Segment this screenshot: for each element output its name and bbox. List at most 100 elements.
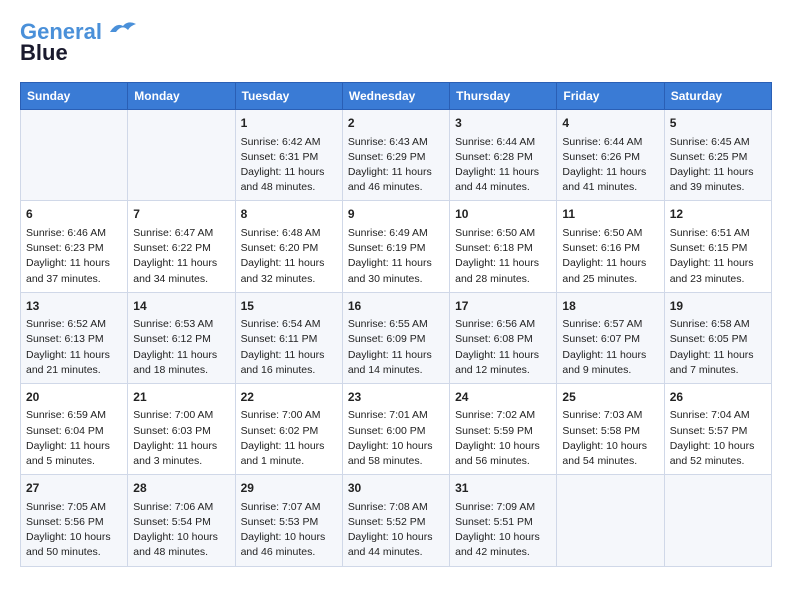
day-number: 2 — [348, 115, 444, 132]
logo: General Blue — [20, 20, 138, 66]
page-header: General Blue — [20, 20, 772, 66]
day-info: Sunrise: 6:54 AM Sunset: 6:11 PM Dayligh… — [241, 317, 337, 378]
calendar-cell: 2Sunrise: 6:43 AM Sunset: 6:29 PM Daylig… — [342, 110, 449, 201]
day-number: 9 — [348, 206, 444, 223]
weekday-header-friday: Friday — [557, 83, 664, 110]
day-number: 19 — [670, 298, 766, 315]
day-info: Sunrise: 7:00 AM Sunset: 6:03 PM Dayligh… — [133, 408, 229, 469]
day-info: Sunrise: 7:08 AM Sunset: 5:52 PM Dayligh… — [348, 500, 444, 561]
calendar-cell: 7 Sunrise: 6:47 AM Sunset: 6:22 PM Daylig… — [128, 201, 235, 292]
day-number: 25 — [562, 389, 658, 406]
calendar-cell: 17 Sunrise: 6:56 AM Sunset: 6:08 PM Dayli… — [450, 292, 557, 383]
day-number: 13 — [26, 298, 122, 315]
calendar-cell: 26 Sunrise: 7:04 AM Sunset: 5:57 PM Dayli… — [664, 383, 771, 474]
day-info: Sunrise: 7:03 AM Sunset: 5:58 PM Dayligh… — [562, 408, 658, 469]
calendar-week-5: 27 Sunrise: 7:05 AM Sunset: 5:56 PM Dayli… — [21, 475, 772, 566]
day-info: Sunrise: 6:53 AM Sunset: 6:12 PM Dayligh… — [133, 317, 229, 378]
day-number: 8 — [241, 206, 337, 223]
calendar-week-2: 6 Sunrise: 6:46 AM Sunset: 6:23 PM Daylig… — [21, 201, 772, 292]
day-number: 6 — [26, 206, 122, 223]
calendar-week-3: 13 Sunrise: 6:52 AM Sunset: 6:13 PM Dayli… — [21, 292, 772, 383]
weekday-header-wednesday: Wednesday — [342, 83, 449, 110]
day-info: Sunrise: 6:45 AM Sunset: 6:25 PM Dayligh… — [670, 135, 766, 196]
day-info: Sunrise: 6:44 AM Sunset: 6:28 PM Dayligh… — [455, 135, 551, 196]
day-info: Sunrise: 6:42 AM Sunset: 6:31 PM Dayligh… — [241, 135, 337, 196]
calendar-cell: 1 Sunrise: 6:42 AM Sunset: 6:31 PM Daylig… — [235, 110, 342, 201]
calendar-cell: 20 Sunrise: 6:59 AM Sunset: 6:04 PM Dayli… — [21, 383, 128, 474]
calendar-cell: 16 Sunrise: 6:55 AM Sunset: 6:09 PM Dayli… — [342, 292, 449, 383]
day-info: Sunrise: 7:04 AM Sunset: 5:57 PM Dayligh… — [670, 408, 766, 469]
day-info: Sunrise: 7:09 AM Sunset: 5:51 PM Dayligh… — [455, 500, 551, 561]
calendar-cell: 31 Sunrise: 7:09 AM Sunset: 5:51 PM Dayli… — [450, 475, 557, 566]
day-number: 10 — [455, 206, 551, 223]
calendar-cell — [557, 475, 664, 566]
calendar-cell: 19 Sunrise: 6:58 AM Sunset: 6:05 PM Dayli… — [664, 292, 771, 383]
calendar-cell: 23Sunrise: 7:01 AM Sunset: 6:00 PM Dayli… — [342, 383, 449, 474]
day-number: 30 — [348, 480, 444, 497]
day-info: Sunrise: 7:00 AM Sunset: 6:02 PM Dayligh… — [241, 408, 337, 469]
calendar-body: 1 Sunrise: 6:42 AM Sunset: 6:31 PM Daylig… — [21, 110, 772, 566]
calendar-cell: 8 Sunrise: 6:48 AM Sunset: 6:20 PM Daylig… — [235, 201, 342, 292]
day-info: Sunrise: 6:52 AM Sunset: 6:13 PM Dayligh… — [26, 317, 122, 378]
calendar-cell: 12 Sunrise: 6:51 AM Sunset: 6:15 PM Dayli… — [664, 201, 771, 292]
day-info: Sunrise: 6:55 AM Sunset: 6:09 PM Dayligh… — [348, 317, 444, 378]
weekday-header-sunday: Sunday — [21, 83, 128, 110]
calendar-cell: 5 Sunrise: 6:45 AM Sunset: 6:25 PM Daylig… — [664, 110, 771, 201]
day-info: Sunrise: 6:50 AM Sunset: 6:16 PM Dayligh… — [562, 226, 658, 287]
day-number: 15 — [241, 298, 337, 315]
day-info: Sunrise: 6:59 AM Sunset: 6:04 PM Dayligh… — [26, 408, 122, 469]
logo-bird-icon — [108, 18, 138, 40]
calendar-cell: 3Sunrise: 6:44 AM Sunset: 6:28 PM Daylig… — [450, 110, 557, 201]
day-info: Sunrise: 6:46 AM Sunset: 6:23 PM Dayligh… — [26, 226, 122, 287]
day-number: 24 — [455, 389, 551, 406]
calendar-cell: 21 Sunrise: 7:00 AM Sunset: 6:03 PM Dayli… — [128, 383, 235, 474]
day-number: 16 — [348, 298, 444, 315]
day-number: 1 — [241, 115, 337, 132]
calendar-cell: 15 Sunrise: 6:54 AM Sunset: 6:11 PM Dayli… — [235, 292, 342, 383]
day-number: 29 — [241, 480, 337, 497]
day-info: Sunrise: 6:48 AM Sunset: 6:20 PM Dayligh… — [241, 226, 337, 287]
calendar-week-4: 20 Sunrise: 6:59 AM Sunset: 6:04 PM Dayli… — [21, 383, 772, 474]
day-number: 18 — [562, 298, 658, 315]
calendar-cell: 9 Sunrise: 6:49 AM Sunset: 6:19 PM Daylig… — [342, 201, 449, 292]
weekday-header-monday: Monday — [128, 83, 235, 110]
calendar-week-1: 1 Sunrise: 6:42 AM Sunset: 6:31 PM Daylig… — [21, 110, 772, 201]
day-number: 31 — [455, 480, 551, 497]
day-info: Sunrise: 6:47 AM Sunset: 6:22 PM Dayligh… — [133, 226, 229, 287]
day-info: Sunrise: 6:56 AM Sunset: 6:08 PM Dayligh… — [455, 317, 551, 378]
calendar-cell: 30 Sunrise: 7:08 AM Sunset: 5:52 PM Dayli… — [342, 475, 449, 566]
calendar-table: SundayMondayTuesdayWednesdayThursdayFrid… — [20, 82, 772, 566]
calendar-cell — [21, 110, 128, 201]
day-info: Sunrise: 6:44 AM Sunset: 6:26 PM Dayligh… — [562, 135, 658, 196]
calendar-cell: 27 Sunrise: 7:05 AM Sunset: 5:56 PM Dayli… — [21, 475, 128, 566]
day-info: Sunrise: 7:01 AM Sunset: 6:00 PM Dayligh… — [348, 408, 444, 469]
calendar-cell: 14Sunrise: 6:53 AM Sunset: 6:12 PM Dayli… — [128, 292, 235, 383]
day-number: 12 — [670, 206, 766, 223]
day-info: Sunrise: 6:57 AM Sunset: 6:07 PM Dayligh… — [562, 317, 658, 378]
calendar-cell — [664, 475, 771, 566]
weekday-header-saturday: Saturday — [664, 83, 771, 110]
logo-blue: Blue — [20, 40, 68, 66]
calendar-cell: 29Sunrise: 7:07 AM Sunset: 5:53 PM Dayli… — [235, 475, 342, 566]
day-number: 28 — [133, 480, 229, 497]
calendar-cell: 11Sunrise: 6:50 AM Sunset: 6:16 PM Dayli… — [557, 201, 664, 292]
calendar-cell: 24Sunrise: 7:02 AM Sunset: 5:59 PM Dayli… — [450, 383, 557, 474]
calendar-header: SundayMondayTuesdayWednesdayThursdayFrid… — [21, 83, 772, 110]
day-number: 21 — [133, 389, 229, 406]
day-info: Sunrise: 6:51 AM Sunset: 6:15 PM Dayligh… — [670, 226, 766, 287]
day-info: Sunrise: 7:05 AM Sunset: 5:56 PM Dayligh… — [26, 500, 122, 561]
day-number: 5 — [670, 115, 766, 132]
day-number: 20 — [26, 389, 122, 406]
day-info: Sunrise: 7:06 AM Sunset: 5:54 PM Dayligh… — [133, 500, 229, 561]
day-number: 22 — [241, 389, 337, 406]
day-number: 17 — [455, 298, 551, 315]
day-info: Sunrise: 6:49 AM Sunset: 6:19 PM Dayligh… — [348, 226, 444, 287]
weekday-header-row: SundayMondayTuesdayWednesdayThursdayFrid… — [21, 83, 772, 110]
calendar-cell: 25 Sunrise: 7:03 AM Sunset: 5:58 PM Dayli… — [557, 383, 664, 474]
day-number: 26 — [670, 389, 766, 406]
calendar-cell: 13 Sunrise: 6:52 AM Sunset: 6:13 PM Dayli… — [21, 292, 128, 383]
day-info: Sunrise: 6:58 AM Sunset: 6:05 PM Dayligh… — [670, 317, 766, 378]
day-number: 27 — [26, 480, 122, 497]
day-number: 7 — [133, 206, 229, 223]
day-number: 4 — [562, 115, 658, 132]
